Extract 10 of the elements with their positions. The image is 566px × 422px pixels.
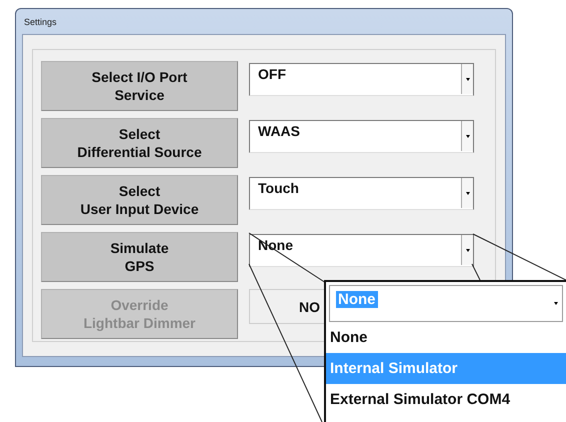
dropdown-field[interactable]: Touch (249, 177, 474, 210)
setting-button[interactable]: Select I/O Port Service (41, 61, 238, 111)
dropdown-field[interactable]: WAAS (249, 120, 474, 153)
dropdown-option[interactable]: None (326, 322, 566, 353)
dropdown-option[interactable]: External Simulator COM4 (326, 384, 566, 415)
window-title: Settings (24, 16, 57, 26)
dropdown-field[interactable]: OFF (249, 63, 474, 96)
setting-button[interactable]: Select Differential Source (41, 118, 238, 168)
setting-button[interactable]: Simulate GPS (41, 232, 238, 282)
setting-button[interactable]: Select User Input Device (41, 175, 238, 225)
